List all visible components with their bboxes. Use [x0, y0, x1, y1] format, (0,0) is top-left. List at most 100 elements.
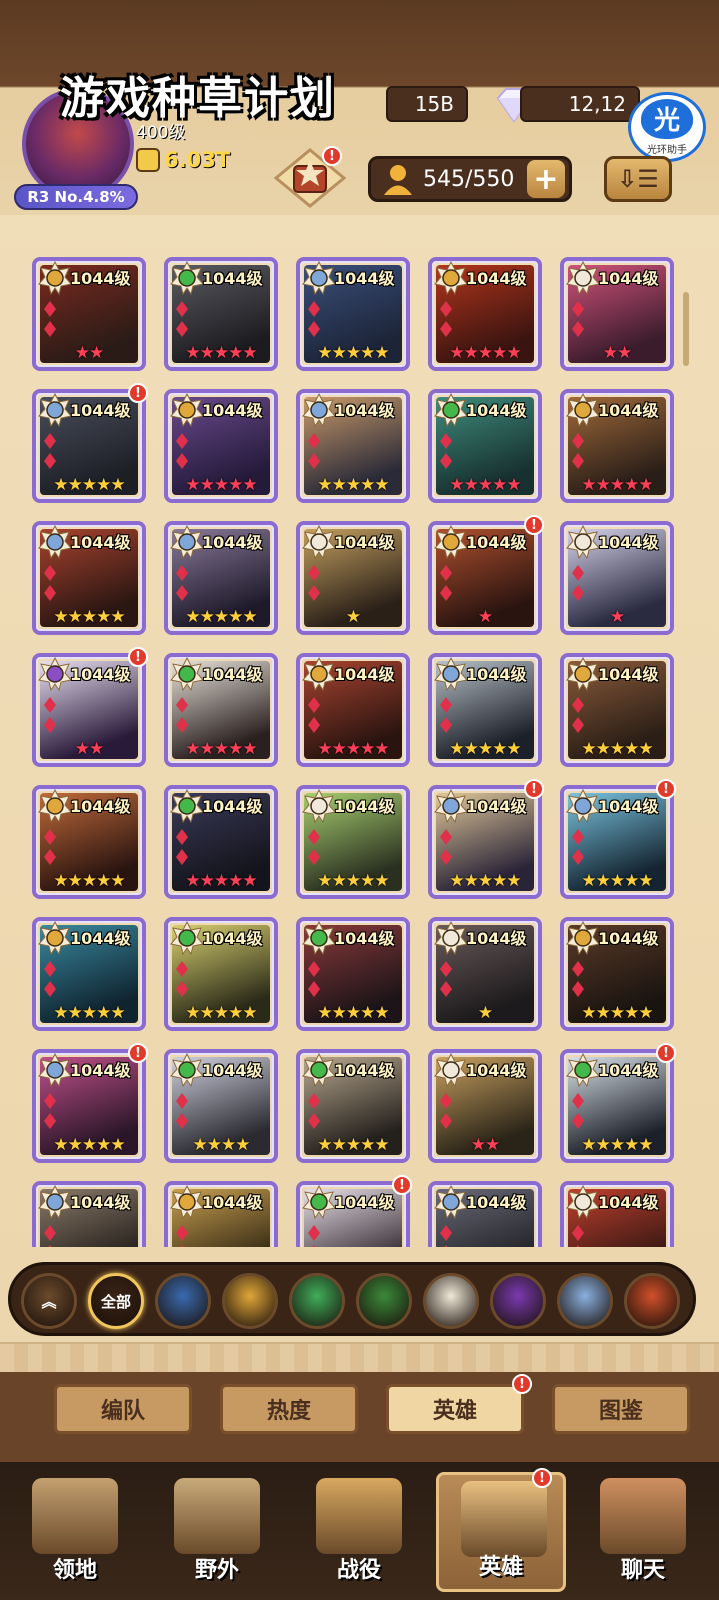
nav-map[interactable]: 野外 — [152, 1472, 282, 1592]
hero-card[interactable]: 1044级 — [560, 1181, 674, 1247]
nav-castle[interactable]: 领地 — [10, 1472, 140, 1592]
nav-sword[interactable]: 战役 — [294, 1472, 424, 1592]
faction-emblem-icon — [566, 1185, 600, 1220]
tab-1[interactable]: 热度 — [220, 1384, 358, 1434]
filter-dragon[interactable] — [624, 1273, 680, 1329]
ascension-gems-icon — [174, 695, 190, 735]
filter-wilder[interactable] — [289, 1273, 345, 1329]
hero-card[interactable]: 1044级 — [296, 1181, 410, 1247]
ascension-gems-icon — [42, 563, 58, 603]
hero-card[interactable]: 1044级 ★★★★★ — [32, 785, 146, 899]
tab-alert-badge: ! — [512, 1374, 532, 1394]
hero-card[interactable]: 1044级 ★★★★★ — [296, 917, 410, 1031]
fist-icon — [136, 148, 160, 172]
hero-card[interactable]: 1044级 — [164, 1181, 278, 1247]
hero-card[interactable]: 1044级 ★★★★★ — [164, 785, 278, 899]
ascension-gems-icon — [438, 1091, 454, 1131]
filter-collapse[interactable]: ︽ — [21, 1273, 77, 1329]
hero-card[interactable]: 1044级 — [32, 1181, 146, 1247]
faction-emblem-icon — [566, 261, 600, 296]
hero-card[interactable]: 1044级 ★ — [428, 521, 542, 635]
hero-card[interactable]: 1044级 ★★★★★ — [164, 917, 278, 1031]
hero-grid[interactable]: 1044级 ★★ 1044级 ★★★★★ 1044级 ★★★★★ 1044级 ★★★★★ 104… — [26, 215, 690, 1247]
hero-stars: ★★★★★ — [185, 871, 257, 891]
grid-scrollbar[interactable] — [683, 292, 689, 366]
hero-card[interactable]: 1044级 ★★★★★ — [32, 1049, 146, 1163]
filter-hypogean[interactable] — [490, 1273, 546, 1329]
nav-gauntlet[interactable]: 英雄 — [436, 1472, 566, 1592]
hero-card[interactable]: 1044级 ★★★★★ — [164, 521, 278, 635]
hero-card[interactable]: 1044级 ★★★★★ — [296, 1049, 410, 1163]
hero-card[interactable]: 1044级 ★★★★ — [164, 1049, 278, 1163]
hero-card[interactable]: 1044级 ★★★★★ — [428, 257, 542, 371]
filter-mauler[interactable] — [222, 1273, 278, 1329]
hero-card[interactable]: 1044级 ★★★★★ — [428, 785, 542, 899]
hero-card[interactable]: 1044级 ★★ — [32, 653, 146, 767]
hero-card[interactable]: 1044级 ★★★★★ — [428, 389, 542, 503]
hero-card[interactable]: 1044级 ★★★★★ — [560, 1049, 674, 1163]
nav-label: 聊天 — [620, 1558, 665, 1583]
hero-stars: ★★ — [74, 739, 104, 759]
filter-all[interactable]: 全部 — [88, 1273, 144, 1329]
hero-stars: ★★ — [470, 1135, 500, 1155]
hero-card[interactable]: 1044级 ★★★★★ — [560, 389, 674, 503]
gold-counter[interactable]: 15B — [386, 86, 468, 122]
sort-button[interactable]: ⇩☰ — [604, 156, 672, 202]
ascension-gems-icon — [570, 1223, 586, 1247]
expand-capacity-button[interactable]: + — [527, 160, 565, 198]
filter-dimensional[interactable] — [557, 1273, 613, 1329]
hero-card[interactable]: 1044级 ★★ — [32, 257, 146, 371]
filter-lightbearer[interactable] — [155, 1273, 211, 1329]
diamond-counter[interactable]: 12,12 — [520, 86, 640, 122]
faction-emblem-icon — [434, 1053, 468, 1088]
hero-alert-badge: ! — [524, 779, 544, 799]
hero-card[interactable]: 1044级 ★ — [560, 521, 674, 635]
assistant-badge[interactable]: 光 光环助手 — [628, 92, 706, 162]
hero-card[interactable]: 1044级 ★★★★★ — [560, 917, 674, 1031]
hero-card[interactable]: 1044级 ★★★★★ — [428, 653, 542, 767]
hero-card[interactable]: 1044级 ★★★★★ — [164, 653, 278, 767]
faction-emblem-icon — [566, 1053, 600, 1088]
hero-card[interactable]: 1044级 ★★★★★ — [296, 653, 410, 767]
hero-level: 1044级 — [70, 665, 131, 684]
hero-card[interactable]: 1044级 ★ — [428, 917, 542, 1031]
hero-stars: ★★★★★ — [185, 739, 257, 759]
ascension-gems-icon — [174, 431, 190, 471]
ascension-gems-icon — [570, 695, 586, 735]
hero-card[interactable]: 1044级 ★★★★★ — [164, 389, 278, 503]
nav-chat[interactable]: 聊天 — [578, 1472, 708, 1592]
faction-emblem-icon — [170, 921, 204, 956]
faction-emblem-icon — [38, 1185, 72, 1220]
hero-card[interactable]: 1044级 — [428, 1181, 542, 1247]
hero-card[interactable]: 1044级 ★★★★★ — [164, 257, 278, 371]
tab-2[interactable]: 英雄 — [386, 1384, 524, 1434]
hero-card[interactable]: 1044级 ★★★★★ — [32, 917, 146, 1031]
ascension-gems-icon — [438, 695, 454, 735]
filter-graveborn[interactable] — [356, 1273, 412, 1329]
hero-alert-badge: ! — [128, 383, 148, 403]
filter-label — [560, 1276, 610, 1326]
hero-level: 1044级 — [202, 1061, 263, 1080]
hero-card[interactable]: 1044级 ★★★★★ — [296, 257, 410, 371]
hero-level: 1044级 — [70, 797, 131, 816]
assistant-logo-icon: 光 — [641, 98, 693, 139]
hero-card[interactable]: 1044级 ★★★★★ — [32, 521, 146, 635]
hero-card[interactable]: 1044级 ★ — [296, 521, 410, 635]
hero-card[interactable]: 1044级 ★★★★★ — [296, 389, 410, 503]
hero-stars: ★★★★★ — [317, 475, 389, 495]
hero-card[interactable]: 1044级 ★★★★★ — [560, 653, 674, 767]
hero-stars: ★★★★★ — [317, 739, 389, 759]
hero-level: 1044级 — [334, 533, 395, 552]
ascension-gems-icon — [174, 1223, 190, 1247]
sub-tab-bar: 编队 热度 英雄! 图鉴 — [0, 1372, 719, 1462]
hero-card[interactable]: 1044级 ★★ — [428, 1049, 542, 1163]
nav-label: 战役 — [336, 1558, 381, 1583]
filter-celestial[interactable] — [423, 1273, 479, 1329]
hero-card[interactable]: 1044级 ★★★★★ — [296, 785, 410, 899]
tab-0[interactable]: 编队 — [54, 1384, 192, 1434]
tab-3[interactable]: 图鉴 — [552, 1384, 690, 1434]
hero-level: 1044级 — [202, 401, 263, 420]
hero-card[interactable]: 1044级 ★★ — [560, 257, 674, 371]
hero-card[interactable]: 1044级 ★★★★★ — [32, 389, 146, 503]
hero-card[interactable]: 1044级 ★★★★★ — [560, 785, 674, 899]
